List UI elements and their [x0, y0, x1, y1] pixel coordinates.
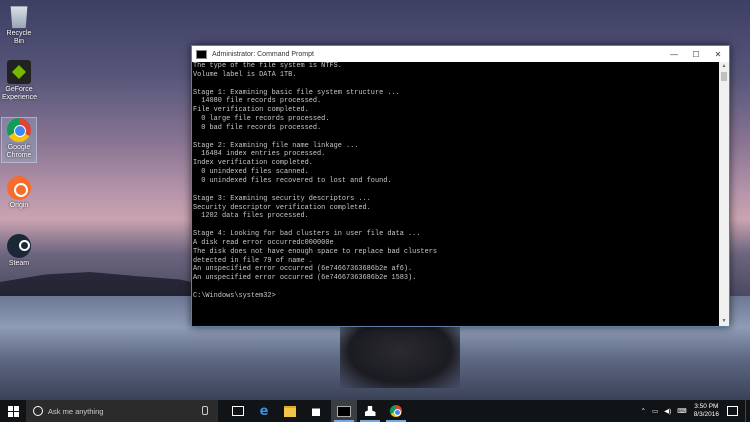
- taskbar-edge[interactable]: e: [251, 400, 277, 422]
- store-icon: [312, 408, 320, 416]
- desktop-icon-label: Origin: [9, 202, 29, 209]
- console-line: Stage 2: Examining file name linkage ...: [193, 141, 359, 150]
- people-icon: [364, 406, 376, 416]
- search-placeholder: Ask me anything: [48, 406, 104, 416]
- cmd-icon: [337, 405, 351, 417]
- close-button[interactable]: ✕: [707, 46, 729, 62]
- taskbar-file-explorer[interactable]: [277, 400, 303, 422]
- console-line: Security descriptor verification complet…: [193, 203, 371, 212]
- desktop-icon-label: Google Chrome: [6, 144, 32, 159]
- maximize-button[interactable]: ☐: [685, 46, 707, 62]
- console-line: File verification completed.: [193, 106, 309, 115]
- command-prompt-window[interactable]: Administrator: Command Prompt — ☐ ✕ The …: [191, 45, 730, 327]
- volume-icon[interactable]: ◀): [664, 407, 671, 415]
- cmd-app-icon[interactable]: [196, 49, 207, 59]
- console-line: 1202 data files processed.: [193, 212, 309, 221]
- start-button[interactable]: [0, 400, 26, 422]
- clock-time: 3:50 PM: [694, 403, 719, 410]
- rock-formation: [340, 326, 460, 388]
- console-line: 14080 file records processed.: [193, 97, 322, 106]
- console-line: An unspecified error occurred (6e7466736…: [193, 274, 417, 283]
- console-line: Volume label is DATA 1TB.: [193, 70, 297, 79]
- desktop-icon-label: Steam: [8, 260, 30, 267]
- clock-date: 8/3/2016: [693, 411, 719, 418]
- taskbar-store[interactable]: [303, 400, 329, 422]
- console-line: 0 bad file records processed.: [193, 123, 322, 132]
- action-center-icon[interactable]: [727, 406, 738, 416]
- console-line: detected in file 79 of name .: [193, 256, 313, 265]
- network-icon[interactable]: ▭: [652, 407, 658, 415]
- window-titlebar[interactable]: Administrator: Command Prompt — ☐ ✕: [192, 46, 729, 62]
- recycle-bin-icon: [10, 6, 28, 28]
- desktop-icon-label: GeForce Experience: [2, 86, 38, 101]
- minimize-button[interactable]: —: [663, 46, 685, 62]
- console-line: An unspecified error occurred (6e7466736…: [193, 265, 413, 274]
- vertical-scrollbar[interactable]: ▲ ▼: [719, 62, 729, 326]
- show-desktop-button[interactable]: [745, 400, 750, 422]
- chevron-up-icon[interactable]: ⌃: [641, 407, 646, 415]
- microphone-icon[interactable]: [202, 406, 208, 415]
- cortana-search-box[interactable]: Ask me anything: [26, 400, 218, 422]
- taskbar-people[interactable]: [357, 400, 383, 422]
- scroll-up-arrow-icon[interactable]: ▲: [719, 62, 729, 71]
- desktop-icon-label: Recycle Bin: [6, 30, 32, 45]
- system-tray: ⌃ ▭ ◀) ⌨ 3:50 PM 8/3/2016: [638, 400, 750, 422]
- windows-logo-icon: [7, 405, 19, 417]
- edge-icon: e: [259, 403, 269, 419]
- console-line: Index verification completed.: [193, 159, 313, 168]
- console-line: Stage 3: Examining security descriptors …: [193, 194, 371, 203]
- desktop-icon-origin[interactable]: Origin: [2, 176, 36, 210]
- desktop-icon-google-chrome[interactable]: Google Chrome: [1, 117, 37, 163]
- taskbar-chrome[interactable]: [383, 400, 409, 422]
- console-line: 0 unindexed files scanned.: [193, 168, 309, 177]
- scroll-down-arrow-icon[interactable]: ▼: [719, 317, 729, 326]
- keyboard-icon[interactable]: ⌨: [677, 407, 686, 415]
- chrome-icon: [390, 405, 402, 417]
- console-line: 16484 index entries processed.: [193, 150, 326, 159]
- console-line: Stage 4: Looking for bad clusters in use…: [193, 230, 421, 239]
- console-line: 0 unindexed files recovered to lost and …: [193, 176, 392, 185]
- taskbar-command-prompt[interactable]: [331, 400, 357, 422]
- console-line: 0 large file records processed.: [193, 115, 330, 124]
- geforce-experience-icon: [7, 60, 31, 84]
- task-view-button[interactable]: [225, 400, 251, 422]
- cortana-icon: [33, 406, 43, 416]
- taskbar: Ask me anything e ⌃ ▭ ◀) ⌨ 3:50 PM 8/3/2…: [0, 400, 750, 422]
- desktop-icon-geforce-experience[interactable]: GeForce Experience: [2, 60, 38, 102]
- console-line: A disk read error occurredc000000e: [193, 238, 334, 247]
- folder-icon: [284, 405, 296, 417]
- steam-icon: [7, 234, 31, 258]
- task-view-icon: [232, 406, 244, 416]
- origin-icon: [7, 176, 31, 200]
- console-line: Stage 1: Examining basic file system str…: [193, 88, 400, 97]
- scrollbar-thumb[interactable]: [721, 72, 727, 81]
- desktop-icon-recycle-bin[interactable]: Recycle Bin: [2, 4, 36, 46]
- console-line: C:\Windows\system32>: [193, 291, 276, 300]
- chrome-icon: [7, 118, 31, 142]
- console-output[interactable]: The type of the file system is NTFS. Volu…: [192, 62, 720, 326]
- clock[interactable]: 3:50 PM 8/3/2016: [694, 403, 719, 419]
- window-title: Administrator: Command Prompt: [212, 50, 314, 58]
- console-line: The type of the file system is NTFS.: [193, 62, 342, 70]
- desktop-icon-steam[interactable]: Steam: [2, 234, 36, 268]
- console-line: The disk does not have enough space to r…: [193, 247, 437, 256]
